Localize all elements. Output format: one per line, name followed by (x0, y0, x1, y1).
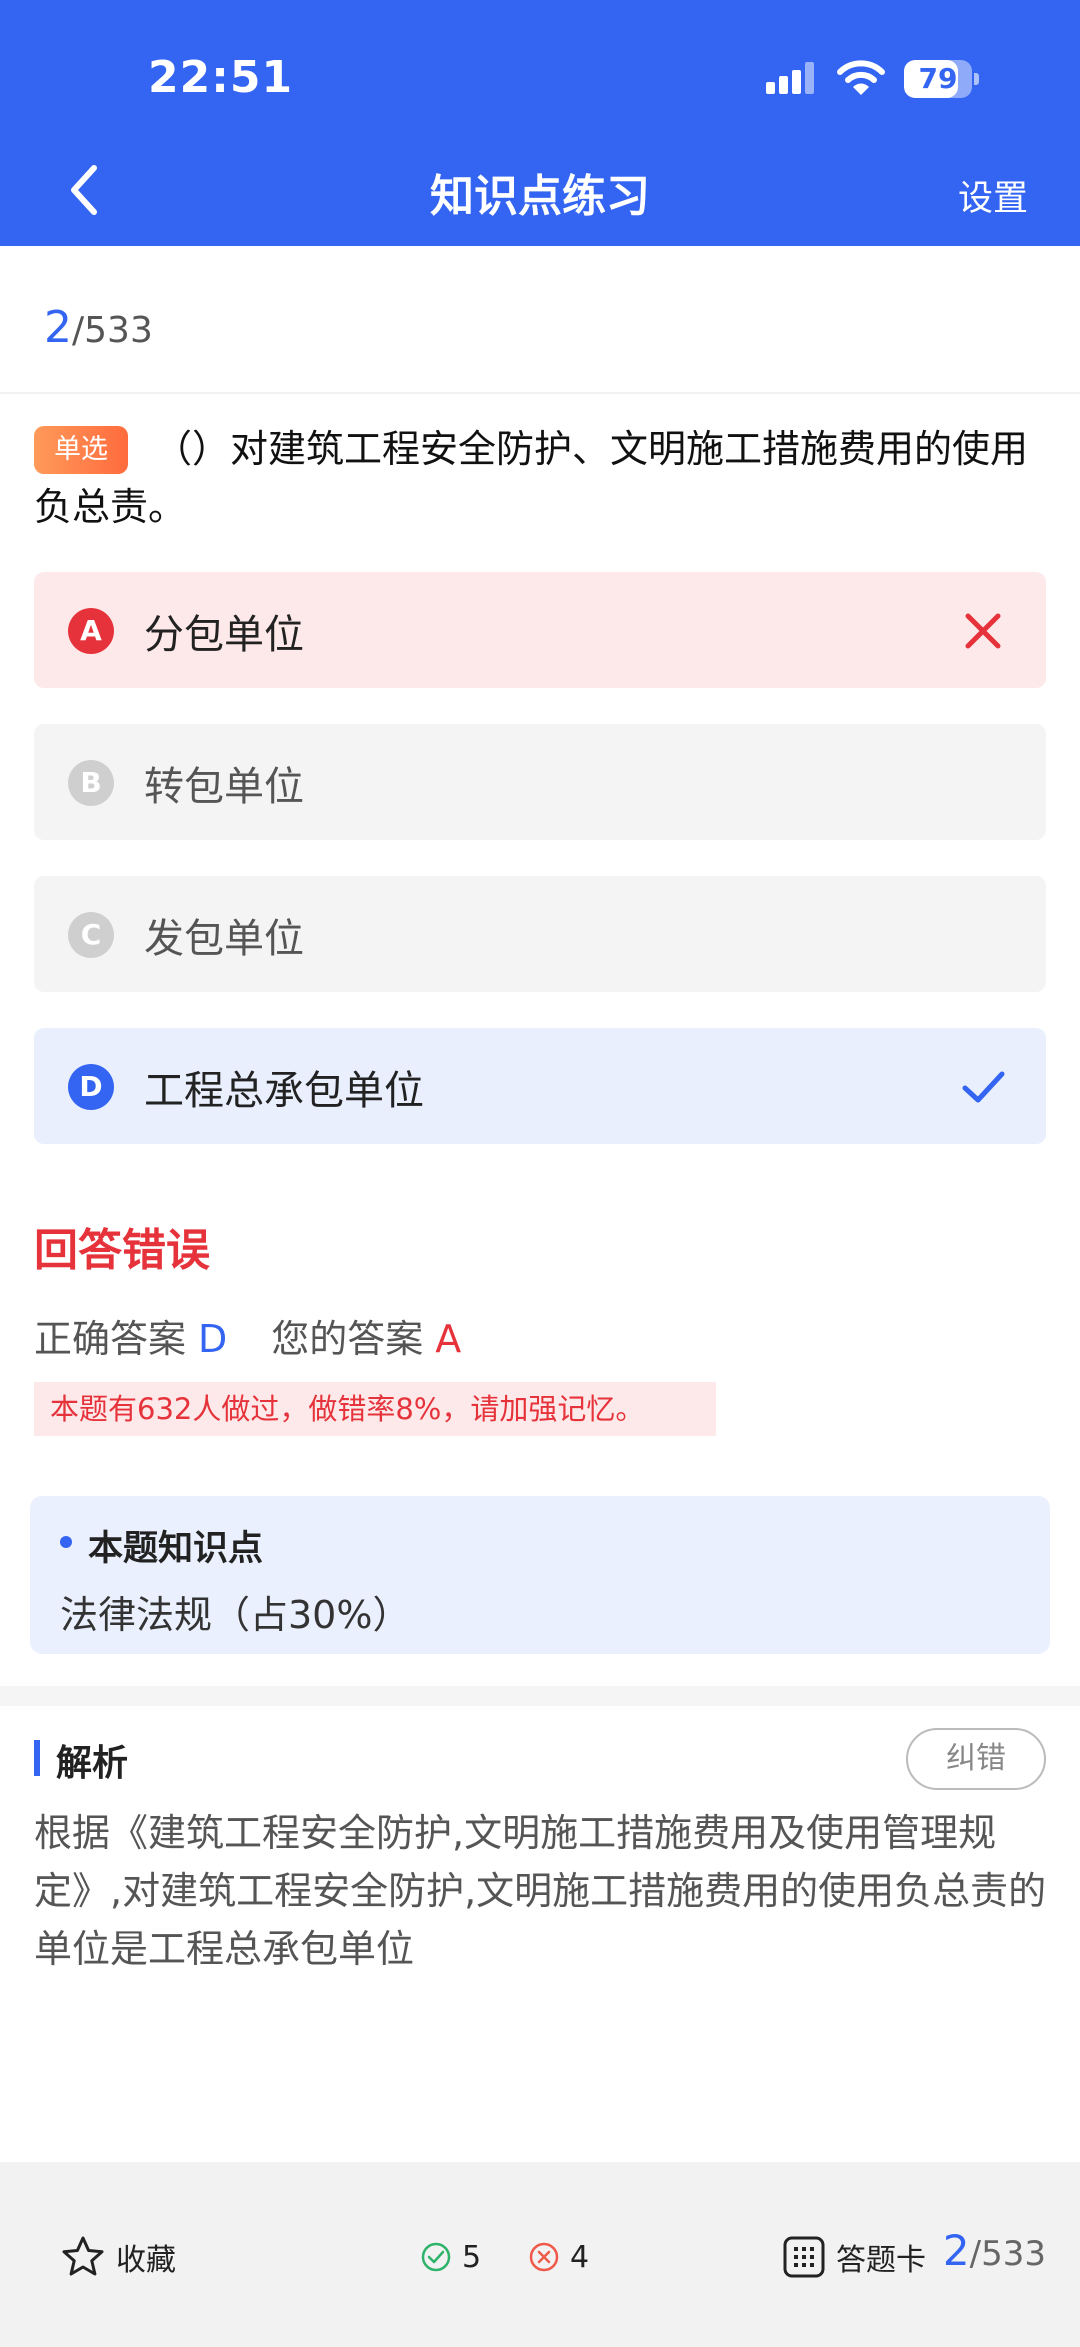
divider (0, 392, 1080, 394)
your-answer-label: 您的答案 (271, 1317, 424, 1361)
option-a[interactable]: A 分包单位 (34, 572, 1046, 688)
grid-icon (783, 2236, 825, 2278)
status-time: 22:51 (148, 52, 294, 103)
answer-summary: 正确答案 D 您的答案 A (34, 1308, 461, 1363)
correct-answer-value: D (198, 1317, 228, 1361)
knowledge-point-card: 本题知识点 法律法规（占30%） (30, 1496, 1050, 1654)
option-letter: B (68, 760, 114, 806)
option-text: 分包单位 (144, 612, 304, 658)
wrong-count: 4 (528, 2234, 589, 2280)
your-answer-value: A (435, 1317, 462, 1361)
page-title: 知识点练习 (430, 171, 650, 222)
current-question-number: 2 (44, 302, 72, 353)
section-marker (34, 1740, 40, 1776)
correct-answer-label: 正确答案 (34, 1317, 187, 1361)
option-text: 发包单位 (144, 916, 304, 962)
correct-count: 5 (420, 2234, 481, 2280)
analysis-title: 解析 (56, 1743, 129, 1784)
option-b[interactable]: B 转包单位 (34, 724, 1046, 840)
correct-count-value: 5 (462, 2239, 482, 2275)
wrong-count-value: 4 (570, 2239, 590, 2275)
question-text: （）对建筑工程安全防护、文明施工措施费用的使用负总责。 (34, 427, 1029, 529)
total-questions: /533 (72, 310, 153, 351)
bullet-dot (60, 1536, 72, 1548)
option-text: 转包单位 (144, 764, 304, 810)
result-title: 回答错误 (34, 1225, 210, 1276)
settings-button[interactable]: 设置 (958, 170, 1028, 221)
star-icon (62, 2236, 104, 2276)
favorite-button[interactable]: 收藏 (60, 2234, 176, 2280)
favorite-label: 收藏 (116, 2243, 176, 2278)
knowledge-point-title: 本题知识点 (88, 1529, 264, 1569)
error-rate-note: 本题有632人做过，做错率8%，请加强记忆。 (34, 1382, 716, 1436)
footer-current-number: 2 (942, 2226, 970, 2275)
question-type-badge: 单选 (34, 426, 128, 474)
footer-question-counter: 2/533 (943, 2226, 1046, 2275)
battery-level: 79 (918, 62, 958, 95)
wrong-x-icon (965, 613, 1001, 649)
header: 22:51 79 知识点练习 设置 (0, 0, 1080, 246)
option-d[interactable]: D 工程总承包单位 (34, 1028, 1046, 1144)
option-c[interactable]: C 发包单位 (34, 876, 1046, 992)
answer-card-label: 答题卡 (836, 2243, 926, 2278)
footer-total: /533 (969, 2234, 1046, 2274)
battery-icon: 79 (904, 60, 980, 98)
bottom-toolbar: 收藏 5 4 答题卡 2/533 (0, 2162, 1080, 2347)
question-counter: 2/533 (44, 302, 153, 353)
answer-card-button[interactable]: 答题卡 (782, 2234, 926, 2280)
option-text: 工程总承包单位 (144, 1068, 424, 1114)
wifi-icon (837, 60, 885, 95)
section-divider (0, 1686, 1080, 1706)
option-letter: C (68, 912, 114, 958)
analysis-text: 根据《建筑工程安全防护,文明施工措施费用及使用管理规定》,对建筑工程安全防护,文… (34, 1811, 1047, 1971)
x-circle-icon (529, 2242, 559, 2272)
knowledge-point-value: 法律法规（占30%） (60, 1593, 411, 1637)
check-circle-icon (421, 2242, 451, 2272)
cellular-signal-icon (766, 62, 814, 94)
report-error-button[interactable]: 纠错 (906, 1728, 1046, 1790)
option-letter: A (68, 608, 114, 654)
checkmark-icon (962, 1071, 1005, 1103)
option-letter: D (68, 1064, 114, 1110)
